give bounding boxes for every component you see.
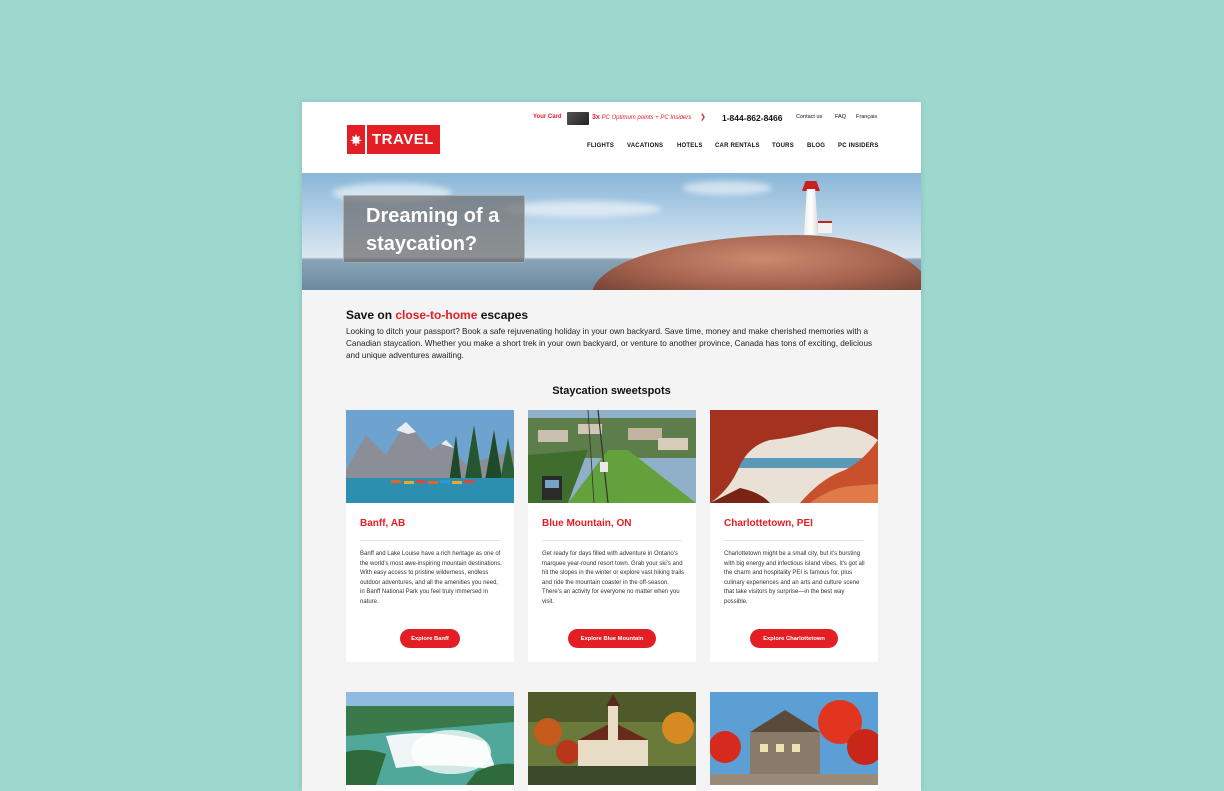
card-title-charlottetown: Charlottetown, PEI [724,518,813,529]
hero-headline-box: Dreaming of a staycation? [343,195,525,263]
card-divider [542,540,682,541]
utility-bar: Your Card 3x PC Optimum points + PC Insi… [302,112,921,125]
card-divider [360,540,500,541]
lighthouse-house [818,221,832,233]
webpage-mockup: TRAVEL Your Card 3x PC Optimum points + … [302,102,921,791]
credit-card-icon [567,112,589,125]
language-link[interactable]: Français [856,114,877,120]
mont-tremblant-image[interactable] [528,692,696,785]
travel-logo[interactable]: TRAVEL [347,125,440,154]
cloud-shape [502,201,662,217]
contact-link[interactable]: Contact us [796,114,822,120]
nav-blog[interactable]: BLOG [807,143,825,149]
card-divider [724,540,864,541]
lighthouse-image [804,189,818,235]
nav-hotels[interactable]: HOTELS [677,143,703,149]
banff-image[interactable] [346,410,514,503]
explore-charlottetown-button[interactable]: Explore Charlottetown [750,629,838,648]
destination-card-blue-mountain: Blue Mountain, ON Get ready for days fil… [528,410,696,662]
destination-card-mont-tremblant [528,692,696,791]
faq-link[interactable]: FAQ [835,114,846,120]
your-card-label: Your Card [533,114,562,120]
whistler-image[interactable] [710,692,878,785]
logo-text: TRAVEL [372,131,434,148]
nav-flights[interactable]: FLIGHTS [587,143,614,149]
destination-card-whistler [710,692,878,791]
card-text-blue-mountain: Get ready for days filled with adventure… [542,551,685,605]
charlottetown-image[interactable] [710,410,878,503]
nav-car-rentals[interactable]: CAR RENTALS [715,143,760,149]
rocky-shore-image [592,235,921,290]
destination-card-banff: Banff, AB Banff and Lake Louise have a r… [346,410,514,662]
chevron-down-icon[interactable]: ❯ [700,113,706,121]
card-title-banff: Banff, AB [360,518,406,529]
intro-title-post: escapes [477,308,529,322]
niagara-falls-image[interactable] [346,692,514,785]
hero-line-1: Dreaming of a [366,205,500,227]
site-header: TRAVEL Your Card 3x PC Optimum points + … [302,102,921,173]
blue-mountain-image[interactable] [528,410,696,503]
intro-title-pre: Save on [346,308,396,322]
hero-banner: Dreaming of a staycation? [302,173,921,290]
hero-line-2: staycation? [366,233,478,255]
nav-tours[interactable]: TOURS [772,143,794,149]
points-multiplier: 3x [592,114,600,121]
cloud-shape [682,181,772,195]
nav-pc-insiders[interactable]: PC INSIDERS [838,143,879,149]
points-text: PC Optimum points + PC Insiders [601,115,692,121]
intro-title: Save on close-to-home escapes [346,308,528,322]
explore-banff-button[interactable]: Explore Banff [400,629,460,648]
destination-card-niagara [346,692,514,791]
card-text-charlottetown: Charlottetown might be a small city, but… [724,551,865,605]
points-dropdown[interactable]: 3x PC Optimum points + PC Insiders [592,114,691,121]
card-title-blue-mountain: Blue Mountain, ON [542,518,632,529]
intro-title-highlight: close-to-home [395,308,478,322]
card-text-banff: Banff and Lake Louise have a rich herita… [360,551,502,605]
destination-card-charlottetown: Charlottetown, PEI Charlottetown might b… [710,410,878,662]
nav-vacations[interactable]: VACATIONS [627,143,663,149]
intro-body: Looking to ditch your passport? Book a s… [346,327,873,360]
explore-blue-mountain-button[interactable]: Explore Blue Mountain [568,629,656,648]
section-title: Staycation sweetspots [552,385,671,397]
maple-leaf-icon [347,125,367,154]
phone-number[interactable]: 1-844-862-8466 [722,113,783,123]
